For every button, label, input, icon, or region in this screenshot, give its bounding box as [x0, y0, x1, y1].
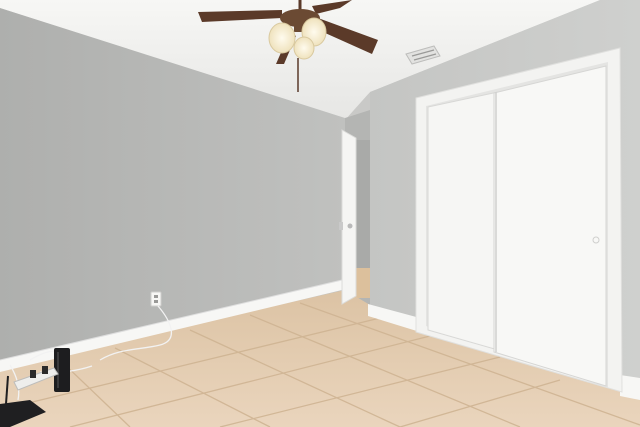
closet-door-left[interactable]: [427, 91, 499, 351]
door-knob[interactable]: [347, 223, 353, 229]
router-icon: [54, 348, 70, 392]
open-door[interactable]: [341, 129, 357, 305]
bedroom-scene: [0, 0, 640, 427]
closet-door-right[interactable]: [493, 65, 607, 387]
door-hinge: [339, 222, 343, 230]
baseboard-right-far: [620, 375, 640, 400]
wall-outlet-icon: [150, 291, 162, 307]
